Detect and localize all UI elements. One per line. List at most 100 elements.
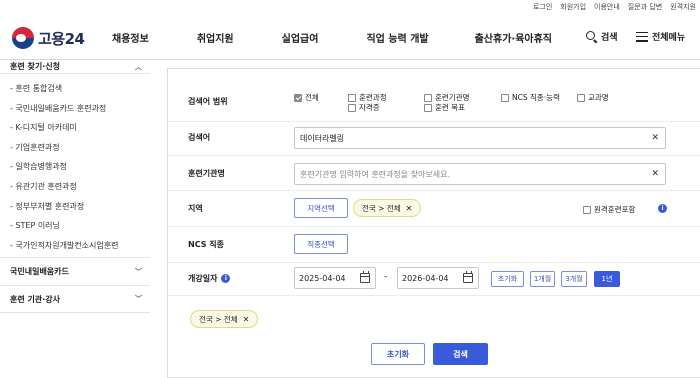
chevron-down-icon: ﹀ (135, 267, 142, 276)
header-search-button[interactable]: 검색 (586, 30, 618, 43)
region-chip-label: 전국 > 전체 (362, 203, 401, 213)
scope-goal-checkbox[interactable]: 훈련 목표 (424, 102, 465, 113)
checkbox-icon (583, 205, 591, 214)
checkbox-icon (348, 103, 356, 112)
ncs-label: NCS 직종 (188, 240, 224, 249)
ncs-select-button[interactable]: 직종선택 (294, 234, 348, 254)
start-date-input[interactable]: 2025-04-04 (294, 267, 376, 289)
sidebar-group-title: 훈련 찾기·신청 (10, 62, 60, 71)
scope-label: 검색어 범위 (188, 97, 228, 106)
site-header: 고용24 채용정보 취업지원 실업급여 직업 능력 개발 출산휴가·육아휴직 검… (0, 14, 700, 60)
calendar-icon[interactable] (463, 271, 473, 283)
period-1month-button[interactable]: 1개월 (530, 271, 555, 287)
checkbox-icon (424, 93, 432, 102)
nav-skill-development[interactable]: 직업 능력 개발 (366, 30, 428, 45)
scope-subject-checkbox[interactable]: 교과명 (577, 92, 609, 103)
qna-link[interactable]: 질문과 답변 (628, 2, 662, 12)
start-date-value: 2025-04-04 (299, 273, 346, 283)
signup-link[interactable]: 회원가입 (560, 2, 586, 12)
period-1year-button[interactable]: 1년 (594, 271, 620, 287)
search-button[interactable]: 검색 (433, 343, 488, 365)
scope-ncs-checkbox[interactable]: NCS 직종·능력 (501, 92, 560, 103)
scope-all-checkbox[interactable]: 전체 (294, 92, 319, 103)
sidebar-item[interactable]: - 국민내일배움카드 훈련과정 (10, 99, 150, 119)
org-input[interactable]: 훈련기관명 입력하여 훈련과정을 찾아보세요. ✕ (294, 163, 666, 185)
checkbox-icon (577, 93, 585, 102)
logo-text: 고용24 (38, 29, 85, 48)
logo-emblem-icon (12, 27, 34, 49)
checkbox-label: 원격훈련포함 (594, 205, 636, 214)
site-logo[interactable]: 고용24 (12, 27, 85, 49)
all-menu-button[interactable]: 전체메뉴 (636, 30, 685, 43)
remove-icon[interactable]: ✕ (406, 204, 413, 213)
search-form-panel: 검색어 범위 전체 훈련과정 훈련기관명 NCS 직종·능력 교과명 자격증 훈… (167, 68, 700, 378)
nav-employment-support[interactable]: 취업지원 (197, 30, 234, 45)
checkbox-label: 교과명 (588, 93, 609, 102)
keyword-input[interactable]: 데이터라벨링 ✕ (294, 127, 666, 149)
sidebar-item[interactable]: - 국가인적자원개발컨소시엄훈련 (10, 236, 150, 256)
sidebar-item[interactable]: - K-디지털 아카데미 (10, 118, 150, 138)
date-row: 개강일자 i 2025-04-04 - 2026-04-04 초기화 1개월 3… (168, 263, 700, 296)
info-icon[interactable]: i (221, 274, 231, 283)
remote-support-link[interactable]: 원격지원 (670, 2, 696, 12)
reset-button[interactable]: 초기화 (371, 343, 425, 365)
search-icon (586, 31, 597, 42)
checkbox-icon (348, 93, 356, 102)
org-row: 훈련기관명 훈련기관명 입력하여 훈련과정을 찾아보세요. ✕ (168, 156, 700, 191)
all-menu-label: 전체메뉴 (652, 33, 686, 43)
checkbox-icon (424, 103, 432, 112)
sidebar-section-label: 훈련 기관·강사 (10, 294, 60, 304)
org-placeholder: 훈련기관명 입력하여 훈련과정을 찾아보세요. (300, 169, 451, 179)
checkbox-label: 훈련 목표 (435, 103, 465, 112)
region-row: 지역 지역선택 전국 > 전체 ✕ 원격훈련포함 i (168, 191, 700, 227)
checkbox-checked-icon (294, 93, 302, 102)
period-3month-button[interactable]: 3개월 (561, 271, 587, 287)
checkbox-label: 전체 (305, 93, 319, 102)
nav-unemployment-benefit[interactable]: 실업급여 (282, 30, 319, 45)
region-label: 지역 (188, 204, 203, 213)
clear-icon[interactable]: ✕ (651, 169, 659, 179)
scope-cert-checkbox[interactable]: 자격증 (348, 102, 380, 113)
sidebar-item[interactable]: - STEP 이러닝 (10, 216, 150, 236)
sidebar-group-training-search[interactable]: 훈련 찾기·신청 ︿ (0, 60, 150, 74)
checkbox-label: NCS 직종·능력 (512, 93, 560, 102)
calendar-icon[interactable] (360, 271, 370, 283)
header-search-label: 검색 (601, 33, 618, 43)
keyword-row: 검색어 데이터라벨링 ✕ (168, 122, 700, 156)
nav-jobs[interactable]: 채용정보 (112, 30, 149, 45)
scope-row: 검색어 범위 전체 훈련과정 훈련기관명 NCS 직종·능력 교과명 자격증 훈… (168, 69, 700, 122)
period-reset-button[interactable]: 초기화 (491, 271, 524, 287)
sidebar-item[interactable]: - 기업훈련과정 (10, 138, 150, 158)
org-label: 훈련기관명 (188, 169, 225, 178)
end-date-value: 2026-04-04 (402, 273, 449, 283)
nav-parental-leave[interactable]: 출산휴가·육아휴직 (475, 30, 552, 45)
clear-icon[interactable]: ✕ (651, 133, 659, 143)
sidebar-item[interactable]: - 일학습병행과정 (10, 157, 150, 177)
sidebar-item[interactable]: - 훈련 통합검색 (10, 79, 150, 99)
date-separator: - (384, 272, 388, 282)
ncs-row: NCS 직종 직종선택 (168, 227, 700, 263)
sidebar-list: - 훈련 통합검색 - 국민내일배움카드 훈련과정 - K-디지털 아카데미 -… (0, 74, 150, 255)
sidebar-section-learning-card[interactable]: 국민내일배움카드 ﹀ (0, 257, 150, 285)
sidebar-section-training-org[interactable]: 훈련 기관·강사 ﹀ (0, 285, 150, 313)
region-chip[interactable]: 전국 > 전체 ✕ (353, 199, 422, 217)
sidebar-item[interactable]: - 정부부처별 훈련과정 (10, 197, 150, 217)
end-date-input[interactable]: 2026-04-04 (397, 267, 479, 289)
info-icon[interactable]: i (658, 204, 667, 213)
checkbox-icon (501, 93, 509, 102)
date-label-wrap: 개강일자 i (188, 273, 231, 284)
keyword-label: 검색어 (188, 133, 211, 142)
date-label: 개강일자 (188, 274, 218, 283)
selected-filter-label: 전국 > 전체 (199, 314, 238, 324)
login-link[interactable]: 로그인 (533, 2, 552, 12)
region-select-button[interactable]: 지역선택 (294, 198, 348, 218)
chevron-down-icon: ﹀ (135, 295, 142, 303)
remote-training-checkbox[interactable]: 원격훈련포함 (583, 204, 635, 215)
utility-bar: 로그인 회원가입 이용안내 질문과 답변 원격지원 (533, 0, 700, 14)
chevron-up-icon: ︿ (135, 62, 142, 71)
remove-icon[interactable]: ✕ (243, 315, 250, 324)
guide-link[interactable]: 이용안내 (594, 2, 620, 12)
selected-filter-chip[interactable]: 전국 > 전체 ✕ (190, 310, 259, 328)
sidebar-section-label: 국민내일배움카드 (10, 267, 69, 276)
sidebar-item[interactable]: - 유관기관 훈련과정 (10, 177, 150, 197)
